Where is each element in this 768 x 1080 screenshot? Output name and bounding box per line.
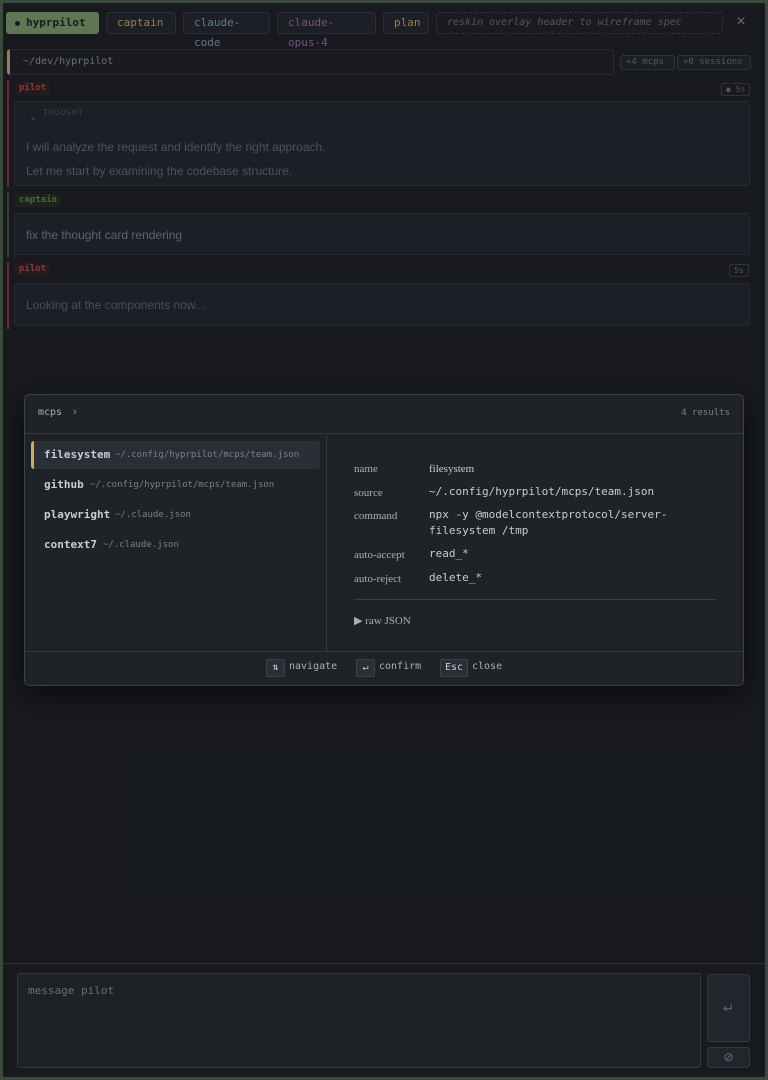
results-list: filesystem ~/.config/hyprpilot/mcps/team…: [25, 435, 327, 651]
detail-label: source: [354, 487, 383, 499]
message-placeholder: message pilot: [28, 984, 115, 997]
navigate-key-icon: ⇅: [266, 659, 285, 677]
confirm-key-icon: ↵: [356, 659, 375, 677]
command-palette: mcps › 4 results filesystem ~/.config/hy…: [24, 394, 744, 686]
list-item[interactable]: github ~/.config/hyprpilot/mcps/team.jso…: [31, 471, 320, 499]
item-name: playwright: [44, 508, 111, 521]
item-path: ~/.claude.json: [115, 510, 191, 520]
results-count: 4 results: [681, 408, 730, 418]
divider: [354, 599, 716, 600]
item-name: github: [44, 478, 84, 491]
palette-header: mcps › 4 results: [25, 395, 743, 434]
esc-key-icon: Esc: [440, 659, 468, 677]
message-input[interactable]: message pilot: [17, 973, 701, 1068]
item-name: context7: [44, 538, 97, 551]
detail-value: ~/.config/hyprpilot/mcps/team.json: [429, 485, 655, 498]
navigate-hint: navigate: [289, 661, 338, 672]
detail-value: npx -y @modelcontextprotocol/server-: [429, 508, 668, 521]
overlay-window: hyprpilot captain claude-code claude-opu…: [3, 3, 765, 1077]
list-item[interactable]: context7 ~/.claude.json: [31, 531, 320, 559]
item-path: ~/.config/hyprpilot/mcps/team.json: [115, 450, 300, 460]
item-name: filesystem: [44, 448, 111, 461]
breadcrumb[interactable]: mcps: [38, 407, 62, 418]
detail-label: name: [354, 463, 378, 475]
raw-json-toggle[interactable]: ▶ raw JSON: [354, 614, 411, 627]
detail-value: filesystem: [429, 463, 475, 475]
list-item[interactable]: filesystem ~/.config/hyprpilot/mcps/team…: [31, 441, 320, 469]
list-item[interactable]: playwright ~/.claude.json: [31, 501, 320, 529]
item-path: ~/.claude.json: [103, 540, 179, 550]
detail-value: delete_*: [429, 571, 482, 584]
detail-label: command: [354, 510, 398, 522]
chevron-right-icon: ›: [73, 406, 77, 418]
close-hint: close: [472, 661, 503, 672]
confirm-hint: confirm: [379, 661, 422, 672]
attach-button[interactable]: ⊘: [707, 1047, 750, 1068]
detail-value: filesystem /tmp: [429, 524, 529, 537]
detail-label: auto-accept: [354, 549, 405, 561]
detail-value: read_*: [429, 547, 469, 560]
detail-pane: name filesystem source ~/.config/hyprpil…: [328, 435, 743, 651]
divider: [3, 963, 765, 964]
detail-label: auto-reject: [354, 573, 402, 585]
palette-footer: ⇅ navigate ↵ confirm Esc close: [25, 651, 743, 686]
send-button[interactable]: ↵: [707, 974, 750, 1042]
item-path: ~/.config/hyprpilot/mcps/team.json: [90, 480, 275, 490]
